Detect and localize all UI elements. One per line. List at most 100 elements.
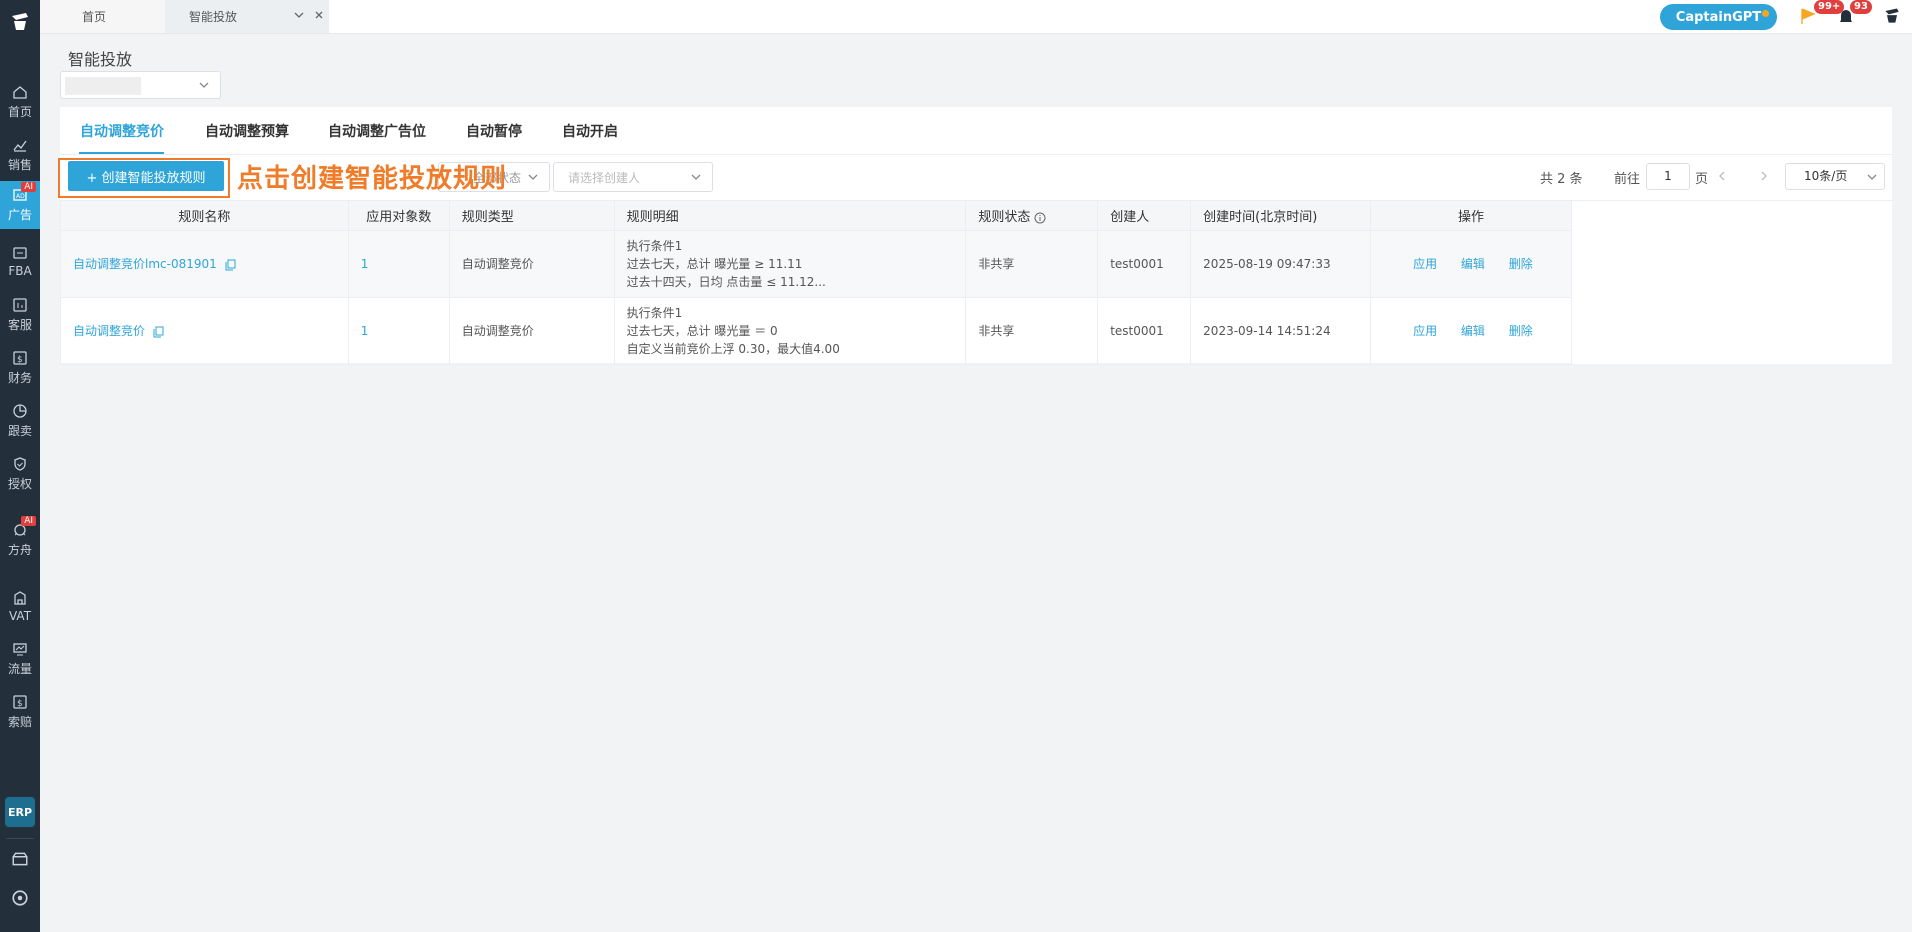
column-header: 操作 (1370, 200, 1572, 231)
sidebar-item-finance[interactable]: $ 财务 (0, 344, 40, 392)
subtab-auto-bid[interactable]: 自动调整竞价 (80, 121, 164, 141)
sidebar-item-home[interactable]: 首页 (0, 78, 40, 126)
table-filler (1572, 200, 1892, 364)
user-avatar-icon[interactable] (1882, 6, 1902, 26)
sidebar-item-vat[interactable]: VAT (0, 582, 40, 630)
pagination-page-input[interactable]: 1 (1646, 163, 1690, 190)
delete-link[interactable]: 删除 (1509, 257, 1533, 271)
captain-logo-icon[interactable] (4, 6, 36, 38)
creator-select-placeholder: 请选择创建人 (568, 170, 641, 185)
sidebar-divider (6, 838, 34, 839)
edit-link[interactable]: 编辑 (1461, 324, 1485, 338)
page-size-select[interactable]: 10条/页 (1785, 163, 1885, 190)
svg-text:$: $ (17, 699, 23, 709)
sidebar-item-auth[interactable]: 授权 (0, 450, 40, 498)
close-icon[interactable] (313, 9, 325, 21)
chevron-down-icon (199, 82, 209, 88)
sidebar-item-label: 索赔 (7, 715, 32, 729)
column-header: 规则明细 (613, 200, 967, 231)
sidebar-item-service[interactable]: 客服 (0, 291, 40, 339)
rule-name-link[interactable]: 自动调整竞价 (73, 324, 145, 338)
page-title: 智能投放 (68, 50, 133, 69)
annotation-text: 点击创建智能投放规则 (237, 164, 508, 194)
sidebar-item-label: FBA (8, 263, 32, 278)
rules-table: 规则名称 应用对象数 规则类型 规则明细 规则状态 创建人 创建时间(北京时间)… (60, 200, 1572, 365)
sidebar-item-ark[interactable]: AI 方舟 (0, 516, 40, 564)
service-icon (13, 298, 27, 312)
svg-text:AD: AD (16, 193, 25, 200)
subtab-auto-budget[interactable]: 自动调整预算 (205, 121, 289, 141)
bell-badge: 93 (1850, 0, 1872, 14)
creator-cell: test0001 (1097, 230, 1192, 298)
sidebar-item-follow[interactable]: 跟卖 (0, 397, 40, 445)
subtab-auto-placement[interactable]: 自动调整广告位 (328, 121, 426, 141)
column-header-label: 规则状态 (978, 210, 1031, 225)
ai-badge: AI (21, 182, 36, 192)
captaingpt-label: CaptainGPT (1675, 9, 1762, 25)
sidebar-item-label: 首页 (7, 105, 32, 119)
column-header: 应用对象数 (347, 200, 450, 231)
creator-select[interactable]: 请选择创建人 (553, 162, 713, 192)
rule-name-cell: 自动调整竞价 (60, 297, 349, 365)
apply-link[interactable]: 应用 (1413, 324, 1437, 338)
rule-type-cell: 自动调整竞价 (448, 230, 615, 298)
sidebar-item-label: 销售 (7, 158, 32, 172)
create-rule-button[interactable]: + 创建智能投放规则 (68, 161, 224, 191)
table-row: 自动调整竞价lmc-081901 1 自动调整竞价 执行条件1 过去七天，总计 … (60, 230, 1572, 298)
tab-home[interactable]: 首页 (40, 0, 165, 33)
tab-smart-delivery[interactable]: 智能投放 (165, 0, 329, 33)
table-row: 自动调整竞价 1 自动调整竞价 执行条件1 过去七天，总计 曝光量 ＝ 0 自定… (60, 297, 1572, 365)
rule-detail-line: 自定义当前竞价上浮 0.30，最大值4.00 (626, 342, 840, 356)
subtab-auto-pause[interactable]: 自动暂停 (466, 121, 522, 141)
chevron-down-icon[interactable] (293, 9, 305, 21)
prev-page-icon[interactable] (1716, 170, 1728, 182)
edit-link[interactable]: 编辑 (1461, 257, 1485, 271)
sidebar-item-sales[interactable]: 销售 (0, 131, 40, 179)
chevron-down-icon (691, 174, 701, 180)
next-page-icon[interactable] (1758, 170, 1770, 182)
shop-select-placeholder (65, 77, 141, 95)
applied-count-link[interactable]: 1 (361, 324, 369, 338)
captaingpt-button[interactable]: CaptainGPT (1660, 4, 1777, 30)
chevron-down-icon (528, 174, 538, 180)
info-icon[interactable] (1034, 212, 1046, 224)
sidebar-item-ads[interactable]: AI AD 广告 (0, 181, 40, 229)
sidebar-item-traffic[interactable]: 流量 (0, 635, 40, 683)
rule-status-cell: 非共享 (965, 297, 1099, 365)
copy-icon[interactable] (153, 326, 165, 338)
sidebar-item-label: VAT (8, 608, 32, 623)
shop-select[interactable] (60, 71, 221, 99)
fba-icon (13, 246, 27, 259)
sidebar-item-claim[interactable]: $ 索赔 (0, 688, 40, 736)
creator-cell: test0001 (1097, 297, 1192, 365)
ai-badge: AI (21, 516, 36, 526)
applied-count-link[interactable]: 1 (361, 257, 369, 271)
pagination-page-unit: 页 (1695, 172, 1709, 187)
rule-detail-line: 过去七天，总计 曝光量 ＝ 0 (626, 324, 778, 338)
tab-divider (60, 154, 1892, 155)
column-header-status: 规则状态 (965, 200, 1099, 231)
tab-label: 首页 (82, 10, 107, 24)
pie-icon (13, 404, 27, 418)
svg-text:$: $ (17, 355, 23, 365)
created-time-cell: 2023-09-14 14:51:24 (1190, 297, 1372, 365)
delete-link[interactable]: 删除 (1509, 324, 1533, 338)
sidebar: 首页 销售 AI AD 广告 FBA 客服 $ 财务 跟卖 授权 AI 方舟 V… (0, 0, 40, 932)
support-icon[interactable] (10, 888, 30, 908)
actions-cell: 应用 编辑 删除 (1370, 230, 1572, 298)
copy-icon[interactable] (225, 259, 237, 271)
rule-detail-line: 过去七天，总计 曝光量 ≥ 11.11 (626, 257, 803, 271)
page-size-value: 10条/页 (1804, 169, 1848, 183)
chevron-down-icon (1867, 174, 1877, 180)
top-bar: 首页 智能投放 CaptainGPT 99+ 93 (40, 0, 1912, 34)
sidebar-item-fba[interactable]: FBA (0, 237, 40, 285)
subtab-auto-enable[interactable]: 自动开启 (562, 121, 618, 141)
sidebar-item-label: 财务 (7, 371, 32, 385)
home-icon (13, 86, 27, 99)
store-icon[interactable] (10, 849, 30, 869)
apply-link[interactable]: 应用 (1413, 257, 1437, 271)
sidebar-item-label: 授权 (7, 477, 32, 491)
erp-button[interactable]: ERP (5, 797, 35, 827)
rule-name-link[interactable]: 自动调整竞价lmc-081901 (73, 257, 217, 271)
sidebar-item-label: 客服 (7, 318, 32, 332)
